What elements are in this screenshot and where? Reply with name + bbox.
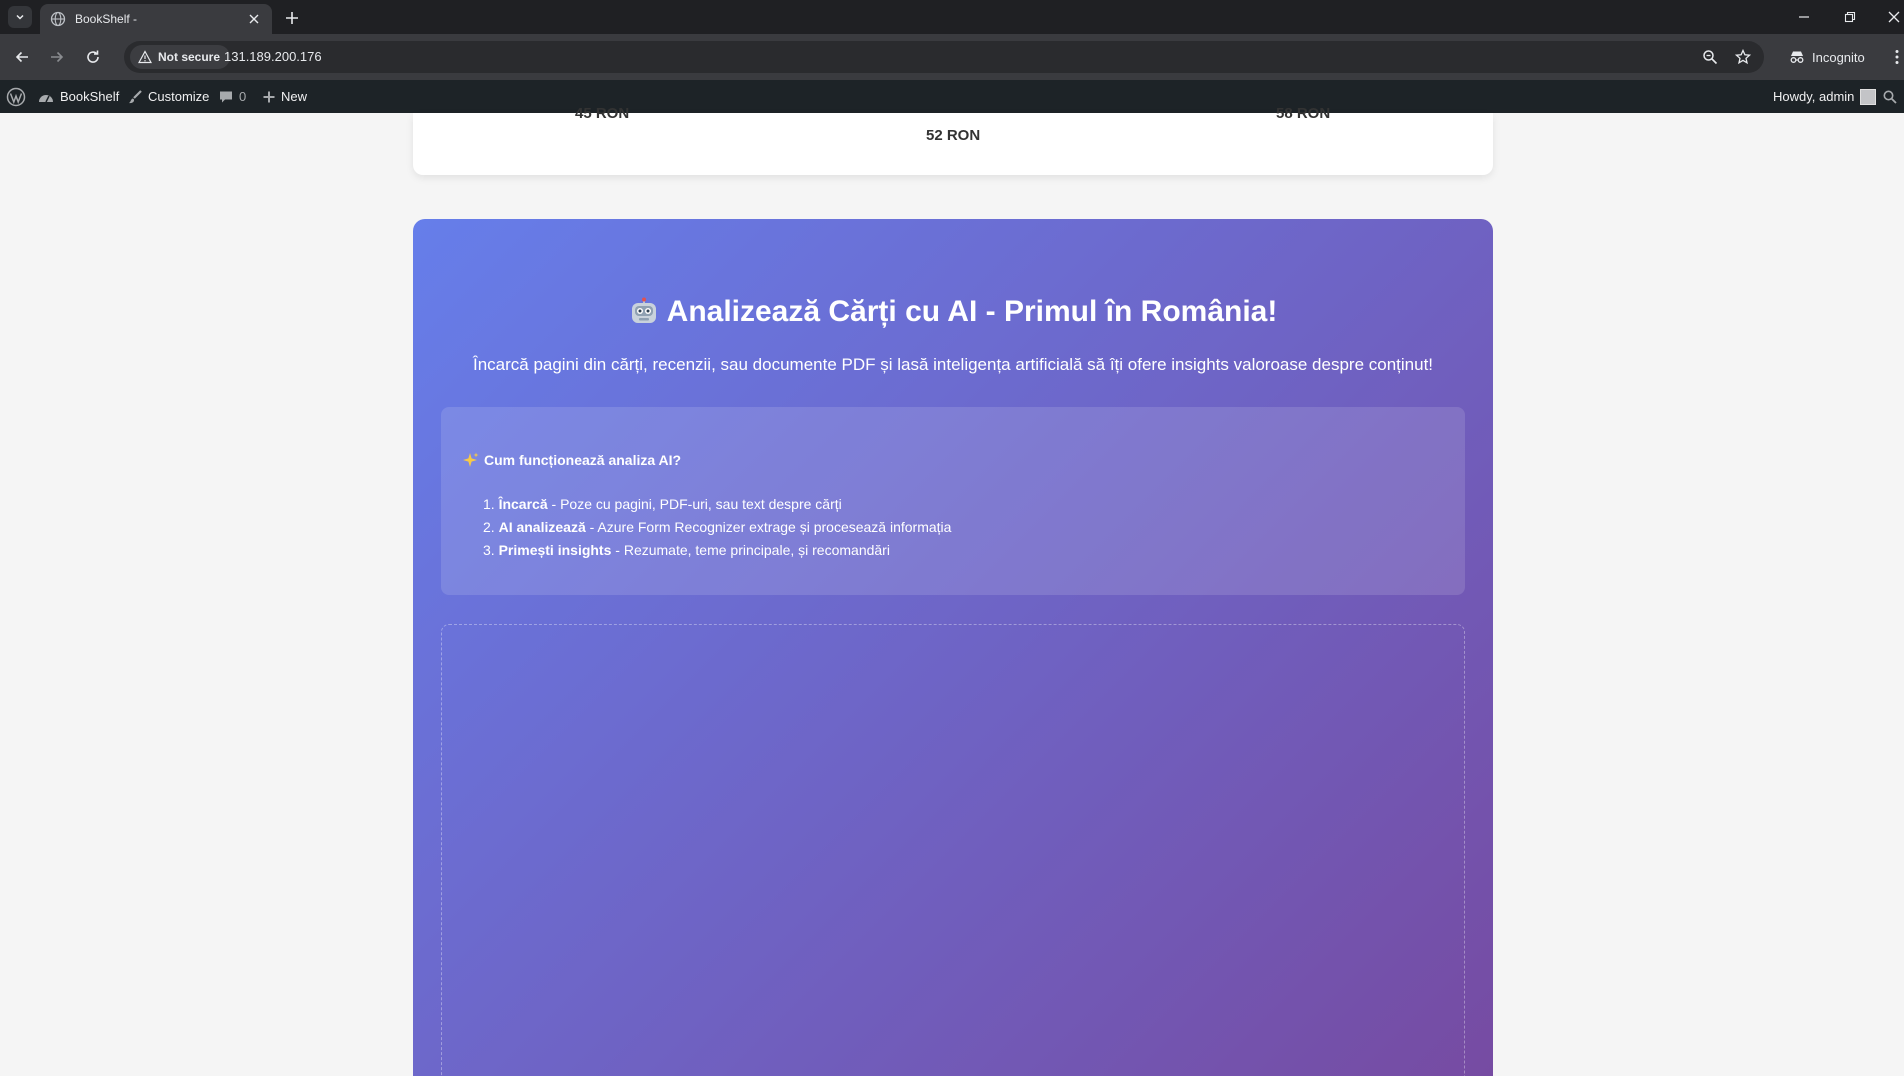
plus-icon xyxy=(263,91,275,102)
incognito-icon xyxy=(1790,51,1804,63)
sparkles-icon xyxy=(463,452,479,467)
tab-search-button[interactable] xyxy=(8,6,32,28)
forward-button[interactable] xyxy=(47,47,67,67)
browser-tabstrip: BookShelf - xyxy=(0,0,1904,34)
step-item: 2. AI analizează - Azure Form Recognizer… xyxy=(483,519,952,535)
customize-link[interactable]: Customize xyxy=(128,80,209,113)
step-text: - Azure Form Recognizer extrage și proce… xyxy=(585,519,952,535)
reload-icon xyxy=(87,50,99,63)
site-name-label: BookShelf xyxy=(60,89,120,104)
step-text: - Rezumate, teme principale, și recomand… xyxy=(611,542,890,558)
ai-title-text: Analizează Cărți cu AI - Primul în Român… xyxy=(666,295,1278,328)
search-icon xyxy=(1883,90,1897,104)
robot-icon xyxy=(631,297,656,323)
how-it-works-steps: 1. Încarcă - Poze cu pagini, PDF-uri, sa… xyxy=(483,493,951,562)
how-it-works-title-text: Cum funcționează analiza AI? xyxy=(484,452,682,468)
step-title: Primești insights xyxy=(498,542,612,558)
howdy-label: Howdy, admin xyxy=(1773,89,1855,104)
restore-button[interactable] xyxy=(1840,8,1860,26)
security-chip[interactable]: Not secure xyxy=(130,45,231,69)
back-button[interactable] xyxy=(12,47,32,67)
url-text: 131.189.200.176 xyxy=(224,49,322,64)
step-title: AI analizează xyxy=(498,519,586,535)
comment-icon xyxy=(220,91,232,102)
security-label: Not secure xyxy=(158,50,221,64)
bookmark-star-icon[interactable] xyxy=(1734,48,1752,66)
wordpress-logo[interactable] xyxy=(6,80,26,113)
arrow-right-icon xyxy=(51,51,64,63)
incognito-label: Incognito xyxy=(1812,49,1865,65)
comments-count: 0 xyxy=(239,89,247,104)
browser-menu-button[interactable] xyxy=(1890,47,1904,67)
book-price-left: 45 RON xyxy=(575,105,630,122)
warning-icon xyxy=(138,50,152,64)
step-item: 3. Primești insights - Rezumate, teme pr… xyxy=(483,542,890,558)
reload-button[interactable] xyxy=(83,47,103,67)
plus-icon xyxy=(286,12,298,24)
ai-section-title: Analizează Cărți cu AI - Primul în Român… xyxy=(413,295,1493,329)
wordpress-icon xyxy=(6,87,26,106)
incognito-badge[interactable]: Incognito xyxy=(1779,42,1875,72)
zoom-icon[interactable] xyxy=(1701,48,1719,66)
step-title: Încarcă xyxy=(498,496,548,512)
admin-search-button[interactable] xyxy=(1883,80,1897,113)
tab-close-icon[interactable] xyxy=(246,11,262,27)
book-price-right: 58 RON xyxy=(1276,105,1331,122)
brush-icon xyxy=(129,89,142,103)
new-tab-button[interactable] xyxy=(282,8,302,28)
dashboard-icon xyxy=(39,94,53,102)
how-it-works-title: Cum funcționează analiza AI? xyxy=(463,452,681,468)
tab-title: BookShelf - xyxy=(75,12,138,26)
customize-label: Customize xyxy=(148,89,210,104)
browser-tab[interactable]: BookShelf - xyxy=(40,4,272,34)
book-price-center: 52 RON xyxy=(926,127,981,144)
globe-icon xyxy=(50,11,66,27)
my-account-link[interactable]: Howdy, admin xyxy=(1773,80,1877,113)
browser-toolbar: Not secure 131.189.200.176 Incognito xyxy=(0,34,1904,80)
new-label: New xyxy=(281,89,308,104)
book-prices-card: 45 RON 52 RON 58 RON xyxy=(413,105,1493,175)
comments-link[interactable]: 0 xyxy=(219,80,246,113)
ai-section-subtitle: Încarcă pagini din cărți, recenzii, sau … xyxy=(472,355,1434,374)
how-it-works-box: Cum funcționează analiza AI? 1. Încarcă … xyxy=(441,407,1465,595)
ai-analysis-section: Analizează Cărți cu AI - Primul în Român… xyxy=(413,219,1493,1076)
close-icon xyxy=(1888,11,1900,23)
restore-icon xyxy=(1844,11,1856,23)
chevron-down-icon xyxy=(16,14,24,20)
step-item: 1. Încarcă - Poze cu pagini, PDF-uri, sa… xyxy=(483,496,842,512)
wp-admin-bar: BookShelf Customize 0 New Howdy, admin xyxy=(0,80,1904,113)
avatar xyxy=(1860,88,1877,105)
arrow-left-icon xyxy=(15,51,28,63)
file-upload-dropzone[interactable] xyxy=(441,624,1465,1076)
minimize-icon xyxy=(1799,16,1809,18)
close-window-button[interactable] xyxy=(1884,8,1904,26)
site-name-link[interactable]: BookShelf xyxy=(38,80,119,113)
more-vertical-icon xyxy=(1895,50,1899,64)
minimize-button[interactable] xyxy=(1794,8,1814,26)
step-text: - Poze cu pagini, PDF-uri, sau text desp… xyxy=(547,496,842,512)
address-bar[interactable]: Not secure 131.189.200.176 xyxy=(124,41,1764,73)
new-content-link[interactable]: New xyxy=(263,80,307,113)
